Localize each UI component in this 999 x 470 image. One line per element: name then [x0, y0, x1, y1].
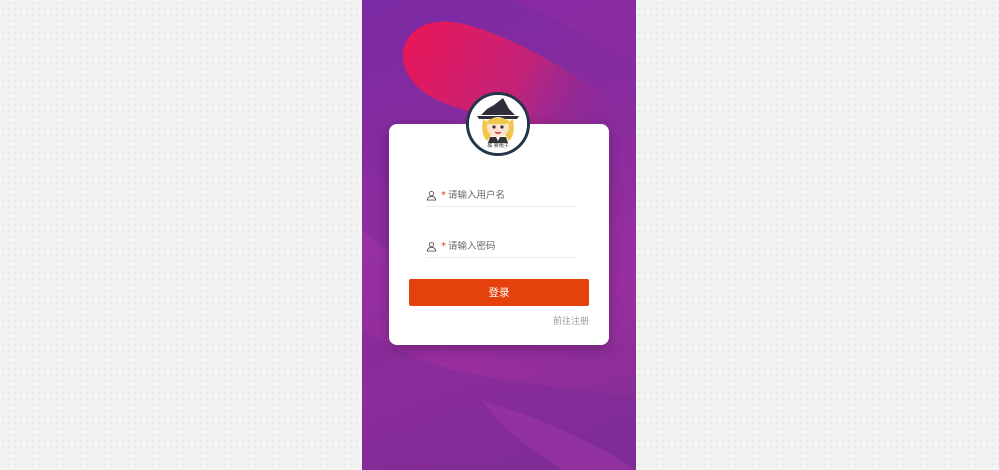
user-icon — [426, 241, 437, 252]
login-button[interactable]: 登录 — [409, 279, 589, 306]
password-field[interactable]: * — [426, 235, 576, 258]
avatar-caption: 橘 雾雨子 — [487, 143, 509, 149]
username-field[interactable]: * — [426, 184, 576, 207]
register-link[interactable]: 前往注册 — [540, 314, 589, 327]
required-mark: * — [441, 240, 446, 252]
required-mark: * — [441, 189, 446, 201]
avatar: 橘 雾雨子 — [466, 92, 530, 156]
password-input[interactable] — [448, 240, 568, 252]
user-icon — [426, 190, 437, 201]
username-input[interactable] — [448, 189, 568, 201]
